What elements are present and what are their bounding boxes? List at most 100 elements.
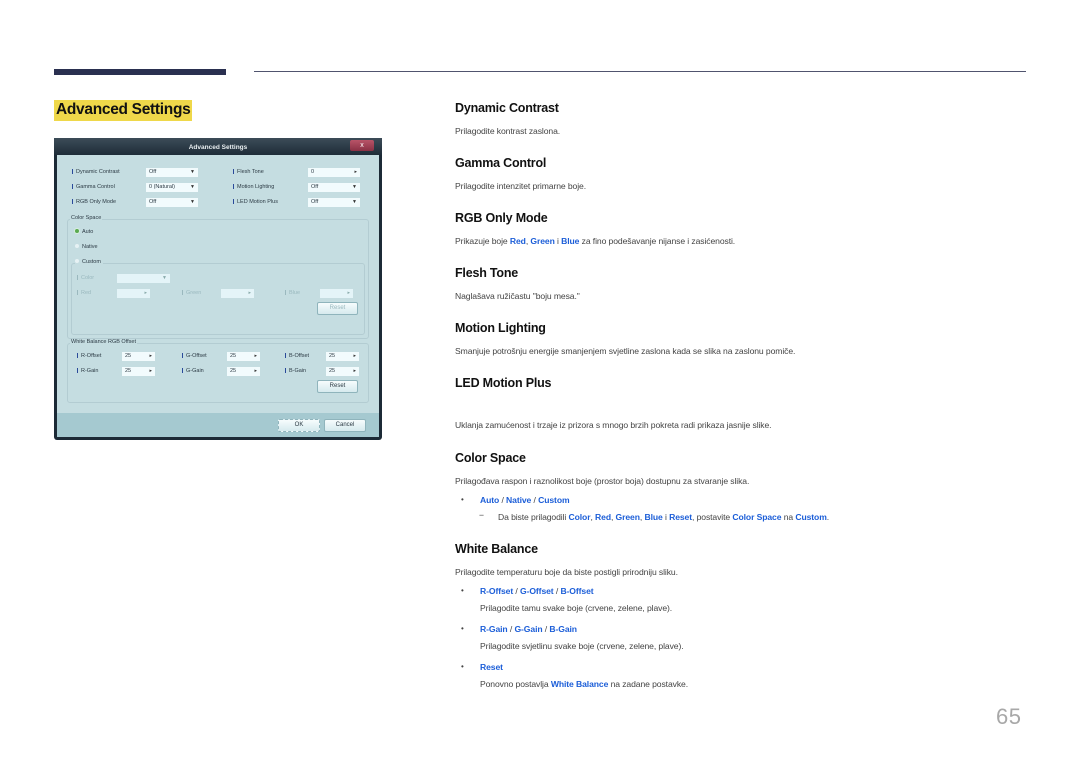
g-offset-stepper[interactable]: 25 ▸ — [227, 352, 260, 361]
text: Ponovno postavlja — [480, 679, 551, 689]
term-reset: Reset — [480, 662, 503, 672]
text-white-balance: Prilagodite temperaturu boje da biste po… — [455, 567, 678, 577]
offset-terms: R-Offset / G-Offset / B-Offset — [480, 586, 594, 596]
red-label: Red — [77, 290, 91, 296]
term-r-gain: R-Gain — [480, 624, 508, 634]
chevron-right-icon[interactable]: ▸ — [353, 352, 356, 361]
heading-gamma-control: Gamma Control — [455, 156, 547, 170]
b-offset-label: B-Offset — [285, 353, 309, 359]
chevron-right-icon[interactable]: ▸ — [248, 289, 251, 298]
term-auto: Auto — [480, 495, 500, 505]
term-custom: Custom — [538, 495, 570, 505]
color-label: Color — [77, 275, 94, 281]
term-g-gain: G-Gain — [514, 624, 543, 634]
term-red: Red — [509, 236, 526, 246]
text: . — [826, 512, 830, 522]
green-stepper[interactable]: ▸ — [221, 289, 254, 298]
heading-rgb-only-mode: RGB Only Mode — [455, 211, 548, 225]
radio-auto[interactable]: Auto — [75, 229, 93, 235]
cancel-button[interactable]: Cancel — [324, 419, 366, 432]
motion-lighting-dropdown[interactable]: Off ▼ — [308, 183, 360, 192]
heading-led-motion-plus: LED Motion Plus — [455, 376, 552, 390]
reset-term: Reset — [480, 662, 503, 672]
chevron-right-icon[interactable]: ▸ — [144, 289, 147, 298]
chevron-right-icon[interactable]: ▸ — [254, 367, 257, 376]
radio-native[interactable]: Native — [75, 244, 98, 250]
header-rule — [254, 71, 1026, 72]
white-balance-reset-button[interactable]: Reset — [317, 380, 358, 393]
term-b-gain: B-Gain — [549, 624, 577, 634]
bullet-icon: • — [461, 495, 464, 504]
text: , postavite — [692, 512, 733, 522]
term-blue: Blue — [561, 236, 580, 246]
header-accent-bar — [54, 69, 226, 75]
color-space-options: Auto / Native / Custom — [480, 495, 570, 505]
chevron-right-icon[interactable]: ▸ — [353, 367, 356, 376]
color-space-group-title: Color Space — [70, 215, 103, 221]
chevron-right-icon[interactable]: ▸ — [149, 367, 152, 376]
term-white-balance: White Balance — [550, 679, 609, 689]
color-dropdown[interactable]: ▼ — [117, 274, 170, 283]
heading-flesh-tone: Flesh Tone — [455, 266, 519, 280]
text: Da biste prilagodili — [498, 512, 569, 522]
radio-label: Native — [82, 244, 98, 250]
radio-label: Auto — [82, 229, 94, 235]
setting-label: Motion Lighting — [233, 184, 274, 190]
text-flesh-tone: Naglašava ružičastu "boju mesa." — [455, 291, 580, 301]
color-space-note: Da biste prilagodili Color, Red, Green, … — [498, 512, 830, 522]
radio-selected-icon — [75, 229, 79, 233]
text-led-motion-plus: Uklanja zamućenost i trzaje iz prizora s… — [455, 420, 772, 430]
term-color-space: Color Space — [732, 512, 782, 522]
term-native: Native — [506, 495, 532, 505]
dialog-body: Dynamic Contrast Off ▼ Gamma Control 0 (N… — [57, 155, 379, 437]
bullet-icon: • — [461, 624, 464, 633]
radio-label: Custom — [82, 259, 101, 265]
page-number: 65 — [996, 704, 1022, 729]
term-color: Color — [568, 512, 591, 522]
red-stepper[interactable]: ▸ — [117, 289, 150, 298]
gamma-control-dropdown[interactable]: 0 (Natural) ▼ — [146, 183, 198, 192]
r-gain-stepper[interactable]: 25 ▸ — [122, 367, 155, 376]
text-rgb-only-mode: Prikazuje boje Red, Green i Blue za fino… — [455, 236, 735, 246]
close-button[interactable]: x — [350, 140, 374, 151]
dropdown-value: Off — [149, 169, 157, 175]
heading-color-space: Color Space — [455, 451, 526, 465]
dropdown-value: Off — [311, 199, 319, 205]
chevron-right-icon[interactable]: ▸ — [354, 168, 357, 177]
setting-label: Dynamic Contrast — [72, 169, 120, 175]
chevron-down-icon: ▼ — [162, 275, 167, 281]
b-gain-stepper[interactable]: 25 ▸ — [326, 367, 359, 376]
color-space-reset-button[interactable]: Reset — [317, 302, 358, 315]
text: Prikazuje boje — [455, 236, 510, 246]
radio-custom[interactable]: Custom — [75, 259, 103, 265]
text: na zadane postavke. — [608, 679, 689, 689]
chevron-right-icon[interactable]: ▸ — [254, 352, 257, 361]
r-gain-label: R-Gain — [77, 368, 98, 374]
chevron-down-icon: ▼ — [190, 184, 195, 190]
r-offset-stepper[interactable]: 25 ▸ — [122, 352, 155, 361]
stepper-value: 25 — [125, 353, 132, 359]
blue-stepper[interactable]: ▸ — [320, 289, 353, 298]
ok-button[interactable]: OK — [278, 419, 320, 432]
chevron-right-icon[interactable]: ▸ — [347, 289, 350, 298]
setting-label: Flesh Tone — [233, 169, 264, 175]
page-title: Advanced Settings — [54, 100, 193, 121]
offset-desc: Prilagodite tamu svake boje (crvene, zel… — [480, 603, 673, 613]
chevron-down-icon: ▼ — [352, 199, 357, 205]
flesh-tone-stepper[interactable]: 0 ▸ — [308, 168, 360, 177]
chevron-down-icon: ▼ — [352, 184, 357, 190]
b-offset-stepper[interactable]: 25 ▸ — [326, 352, 359, 361]
b-gain-label: B-Gain — [285, 368, 306, 374]
rgb-only-mode-dropdown[interactable]: Off ▼ — [146, 198, 198, 207]
dropdown-value: Off — [311, 184, 319, 190]
gain-desc: Prilagodite svjetlinu svake boje (crvene… — [480, 641, 684, 651]
dynamic-contrast-dropdown[interactable]: Off ▼ — [146, 168, 198, 177]
term-r-offset: R-Offset — [480, 586, 514, 596]
led-motion-plus-dropdown[interactable]: Off ▼ — [308, 198, 360, 207]
g-gain-stepper[interactable]: 25 ▸ — [227, 367, 260, 376]
term-b-offset: B-Offset — [560, 586, 594, 596]
close-icon: x — [360, 142, 364, 149]
chevron-right-icon[interactable]: ▸ — [149, 352, 152, 361]
heading-dynamic-contrast: Dynamic Contrast — [455, 101, 559, 115]
radio-unselected-icon — [75, 244, 79, 248]
